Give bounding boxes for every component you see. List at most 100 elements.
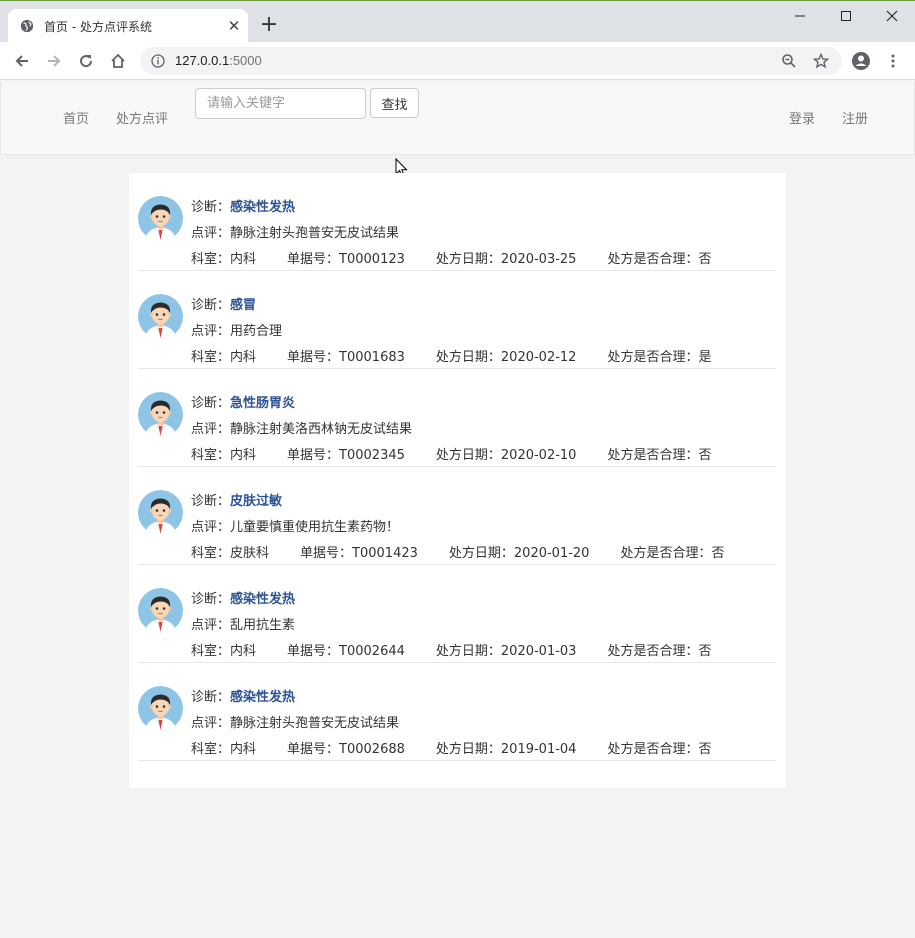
zoom-out-icon xyxy=(782,54,796,68)
department-label: 科室： xyxy=(191,252,231,267)
department-field: 科室：内科 xyxy=(191,346,256,365)
arrow-right-icon xyxy=(48,55,61,67)
home-icon xyxy=(111,53,125,68)
doc-no-label: 单据号： xyxy=(300,546,353,561)
account-icon xyxy=(852,52,870,70)
comment-text: 乱用抗生素 xyxy=(230,618,296,633)
date-field: 处方日期：2020-02-10 xyxy=(436,444,577,463)
doc-no-label: 单据号： xyxy=(287,448,340,463)
register-link[interactable]: 注册 xyxy=(842,108,868,127)
url-text: 127.0.0.1:5000 xyxy=(175,53,262,68)
browser-menu-button[interactable] xyxy=(881,49,905,73)
reasonable-label: 处方是否合理： xyxy=(607,448,699,463)
comment-label: 点评： xyxy=(191,324,231,339)
zoom-button[interactable] xyxy=(780,52,798,70)
doc-no-field: 单据号：T0001423 xyxy=(300,542,418,561)
maximize-button[interactable] xyxy=(823,1,869,31)
minimize-button[interactable] xyxy=(777,1,823,31)
diagnosis-label: 诊断： xyxy=(191,200,231,215)
back-button[interactable] xyxy=(10,49,34,73)
reasonable-label: 处方是否合理： xyxy=(620,546,712,561)
browser-tab-strip: 首页 - 处方点评系统 ✕ + xyxy=(0,0,915,43)
date-field: 处方日期：2020-01-20 xyxy=(449,542,590,561)
list-item: 诊断：感冒 点评：用药合理 科室：内科 单据号：T0001683 处方日期：2020… xyxy=(138,271,776,369)
doctor-avatar xyxy=(138,294,183,339)
date-value: 2020-03-25 xyxy=(500,252,577,267)
department-label: 科室： xyxy=(191,742,231,757)
nav-review-link[interactable]: 处方点评 xyxy=(116,108,168,127)
diagnosis-link[interactable]: 感染性发热 xyxy=(230,690,295,705)
diagnosis-line: 诊断：感染性发热 xyxy=(191,196,295,215)
reasonable-value: 否 xyxy=(698,644,712,659)
doc-no-field: 单据号：T0002345 xyxy=(287,444,405,463)
nav-home-link[interactable]: 首页 xyxy=(63,108,89,127)
department-field: 科室：内科 xyxy=(191,640,256,659)
search-button[interactable]: 查找 xyxy=(370,88,419,118)
url-port: :5000 xyxy=(229,53,262,68)
reasonable-field: 处方是否合理：否 xyxy=(607,444,711,463)
doc-no-label: 单据号： xyxy=(287,252,340,267)
doc-no-field: 单据号：T0002644 xyxy=(287,640,405,659)
bookmark-button[interactable] xyxy=(812,52,830,70)
comment-label: 点评： xyxy=(191,520,231,535)
profile-button[interactable] xyxy=(849,49,873,73)
diagnosis-link[interactable]: 感冒 xyxy=(230,298,256,313)
arrow-left-icon xyxy=(15,55,28,67)
meta-line: 科室：内科 单据号：T0000123 处方日期：2020-03-25 处方是否合理：否 xyxy=(191,248,743,267)
date-field: 处方日期：2020-01-03 xyxy=(436,640,577,659)
date-label: 处方日期： xyxy=(435,448,501,463)
url-host: 127.0.0.1 xyxy=(175,53,230,68)
diagnosis-line: 诊断：感染性发热 xyxy=(191,686,295,705)
home-button[interactable] xyxy=(106,49,130,73)
diagnosis-link[interactable]: 急性肠胃炎 xyxy=(230,396,295,411)
diagnosis-link[interactable]: 皮肤过敏 xyxy=(230,494,282,509)
doc-no-label: 单据号： xyxy=(287,350,340,365)
meta-line: 科室：内科 单据号：T0002644 处方日期：2020-01-03 处方是否合理：否 xyxy=(191,640,743,659)
diagnosis-link[interactable]: 感染性发热 xyxy=(230,592,295,607)
department-value: 内科 xyxy=(230,252,257,267)
doc-no-field: 单据号：T0000123 xyxy=(287,248,405,267)
reasonable-value: 否 xyxy=(711,546,725,561)
comment-label: 点评： xyxy=(191,618,231,633)
diagnosis-link[interactable]: 感染性发热 xyxy=(230,200,295,215)
comment-text: 静脉注射头孢普安无皮试结果 xyxy=(230,716,400,731)
department-label: 科室： xyxy=(191,448,231,463)
department-value: 内科 xyxy=(230,644,257,659)
browser-toolbar: 127.0.0.1:5000 xyxy=(0,42,915,80)
doc-no-value: T0000123 xyxy=(339,252,405,267)
date-field: 处方日期：2019-01-04 xyxy=(436,738,577,757)
login-link[interactable]: 登录 xyxy=(789,108,815,127)
comment-line: 点评：儿童要慎重使用抗生素药物！ xyxy=(191,516,399,535)
department-value: 内科 xyxy=(230,448,257,463)
doctor-avatar xyxy=(138,392,183,437)
close-icon xyxy=(886,10,898,22)
forward-button[interactable] xyxy=(42,49,66,73)
date-field: 处方日期：2020-03-25 xyxy=(436,248,577,267)
info-icon[interactable] xyxy=(151,54,165,68)
diagnosis-label: 诊断： xyxy=(191,298,231,313)
list-item: 诊断：感染性发热 点评：静脉注射头孢普安无皮试结果 科室：内科 单据号：T0000… xyxy=(138,173,776,271)
reload-button[interactable] xyxy=(74,49,98,73)
tab-title: 首页 - 处方点评系统 xyxy=(44,20,152,34)
browser-tab[interactable]: 首页 - 处方点评系统 ✕ xyxy=(8,9,248,43)
department-field: 科室：内科 xyxy=(191,248,256,267)
comment-label: 点评： xyxy=(191,716,231,731)
address-bar[interactable]: 127.0.0.1:5000 xyxy=(140,47,842,75)
comment-label: 点评： xyxy=(191,422,231,437)
close-tab-icon[interactable]: ✕ xyxy=(226,18,242,34)
list-item: 诊断：急性肠胃炎 点评：静脉注射美洛西林钠无皮试结果 科室：内科 单据号：T000… xyxy=(138,369,776,467)
doc-no-value: T0002688 xyxy=(339,742,405,757)
department-field: 科室：皮肤科 xyxy=(191,542,269,561)
reasonable-value: 否 xyxy=(698,252,712,267)
comment-text: 静脉注射头孢普安无皮试结果 xyxy=(230,226,400,241)
maximize-icon xyxy=(841,11,851,21)
date-label: 处方日期： xyxy=(435,252,501,267)
date-label: 处方日期： xyxy=(435,742,501,757)
new-tab-button[interactable]: + xyxy=(258,14,280,36)
minimize-icon xyxy=(795,15,805,17)
star-icon xyxy=(813,53,829,69)
search-input[interactable] xyxy=(195,88,366,119)
diagnosis-line: 诊断：皮肤过敏 xyxy=(191,490,282,509)
reasonable-field: 处方是否合理：否 xyxy=(607,640,711,659)
close-window-button[interactable] xyxy=(869,1,915,31)
